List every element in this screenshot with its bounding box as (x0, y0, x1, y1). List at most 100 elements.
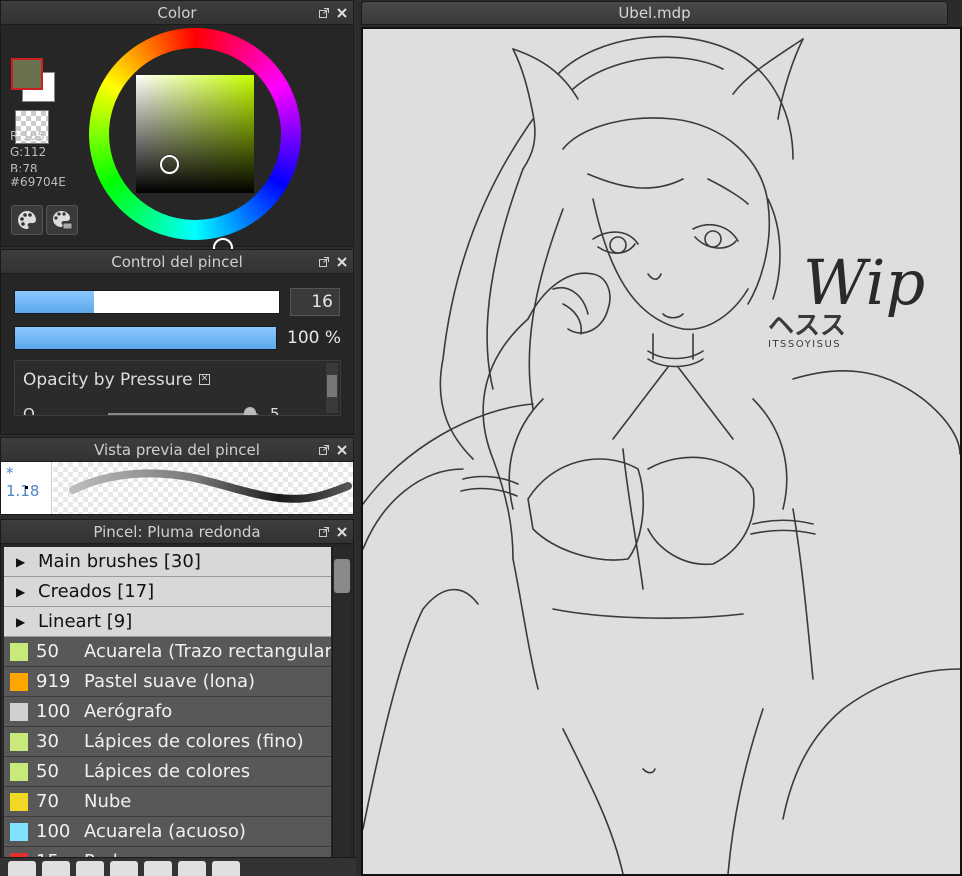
brush-group-row[interactable]: ▶ Main brushes [30] (4, 547, 331, 577)
brush-color-swatch (10, 792, 28, 811)
brush-opacity-slider[interactable] (14, 326, 277, 350)
foreground-color-swatch[interactable] (11, 58, 43, 90)
undock-icon[interactable] (319, 520, 329, 544)
color-panel: Color R:105 G:112 B:78 #69704E (0, 0, 354, 258)
close-icon[interactable] (337, 520, 347, 544)
close-icon[interactable] (337, 1, 347, 25)
brush-name: Pastel suave (lona) (84, 670, 256, 692)
brush-stroke-preview (53, 462, 353, 514)
brush-size: 100 (36, 820, 71, 842)
brush-control-panel: Control del pincel 16 100 % Opacity by P… (0, 249, 354, 435)
expand-triangle-icon[interactable]: ▶ (4, 547, 38, 577)
undock-icon[interactable] (319, 438, 329, 462)
drawing-canvas[interactable]: Wip ヘスス ITSSOYISUS (361, 27, 962, 876)
color-wheel[interactable] (89, 28, 301, 258)
brush-list: ▶ Main brushes [30] ▶ Creados [17] ▶ Lin… (4, 547, 331, 876)
brush-list-scrollbar[interactable] (332, 547, 351, 876)
brush-row[interactable]: 30 Lápices de colores (fino) (4, 727, 331, 757)
brush-color-swatch (10, 822, 28, 841)
brush-row[interactable]: 70 Nube (4, 787, 331, 817)
options-scroll-thumb[interactable] (327, 375, 337, 397)
duplicate-button[interactable] (178, 861, 206, 876)
brush-control-title: Control del pincel (111, 253, 243, 271)
brush-group-row[interactable]: ▶ Creados [17] (4, 577, 331, 607)
copy-brush-button[interactable] (76, 861, 104, 876)
expand-triangle-icon[interactable]: ▶ (4, 577, 38, 607)
brush-size: 100 (36, 700, 71, 722)
red-value: R:105 (10, 129, 45, 143)
brush-color-swatch (10, 732, 28, 751)
brush-options-box: Opacity by Pressure ✕ O 5 (14, 360, 341, 416)
brush-size-slider[interactable] (14, 290, 280, 314)
brush-preview-header: Vista previa del pincel (1, 438, 353, 462)
brush-preview-area: * 1.18 (1, 462, 353, 514)
brush-row[interactable]: 50 Lápices de colores (4, 757, 331, 787)
brush-list-header: Pincel: Pluma redonda (1, 520, 353, 544)
brush-size: 70 (36, 790, 59, 812)
saturation-value-cursor[interactable] (160, 155, 179, 174)
brush-row[interactable]: 919 Pastel suave (lona) (4, 667, 331, 697)
canvas-window: Ubel.mdp Wip ヘスス ITSSOYISUS (358, 0, 962, 876)
options-row-knob[interactable] (244, 407, 256, 415)
options-row-slider[interactable] (108, 413, 258, 415)
brush-group-label: Creados [17] (38, 580, 155, 602)
brush-group-label: Lineart [9] (38, 610, 133, 632)
options-row-value: 5 (270, 405, 280, 416)
brush-row[interactable]: 100 Aerógrafo (4, 697, 331, 727)
brush-preview-title: Vista previa del pincel (94, 441, 260, 459)
brush-name: Aerógrafo (84, 700, 173, 722)
delete-brush-button[interactable] (212, 861, 240, 876)
green-value: G:112 (10, 145, 47, 159)
opacity-by-pressure-label: Opacity by Pressure (23, 370, 193, 390)
brush-opacity-fill (15, 327, 276, 349)
brush-opacity-value: 100 % (287, 328, 342, 348)
brush-name: Lápices de colores (84, 760, 251, 782)
brush-color-swatch (10, 762, 28, 781)
options-row-label: O (23, 405, 35, 416)
hex-value: #69704E (10, 175, 66, 189)
brush-preview-panel: Vista previa del pincel * 1.18 (0, 437, 354, 515)
paste-brush-button[interactable] (110, 861, 138, 876)
brush-group-label: Main brushes [30] (38, 550, 201, 572)
brush-preview-size: * 1.18 (2, 462, 52, 514)
close-icon[interactable] (337, 438, 347, 462)
brush-row[interactable]: 100 Acuarela (acuoso) (4, 817, 331, 847)
blue-value: B:78 (10, 162, 38, 172)
sketch-lineart (363, 35, 960, 874)
saturation-value-square[interactable] (136, 75, 254, 193)
brush-list-title: Pincel: Pluma redonda (93, 523, 261, 541)
brush-list-panel: Pincel: Pluma redonda ▶ Main brushes [30… (0, 519, 354, 876)
options-scrollbar[interactable] (326, 363, 338, 413)
expand-triangle-icon[interactable]: ▶ (4, 607, 38, 637)
palette-settings-button[interactable] (46, 205, 78, 235)
opacity-by-pressure-checkbox[interactable]: ✕ (199, 374, 210, 385)
brush-list-toolbar (0, 857, 356, 876)
palette-settings-icon (53, 211, 73, 230)
canvas-tab[interactable]: Ubel.mdp (361, 1, 948, 25)
brush-control-header: Control del pincel (1, 250, 353, 274)
brush-size-value[interactable]: 16 (290, 288, 340, 316)
color-panel-header: Color (1, 1, 353, 25)
brush-size: 50 (36, 640, 59, 662)
palette-icon (18, 211, 36, 229)
new-folder-button[interactable] (144, 861, 172, 876)
new-brush-button[interactable] (42, 861, 70, 876)
brush-name: Lápices de colores (fino) (84, 730, 304, 752)
undock-icon[interactable] (319, 1, 329, 25)
brush-name: Nube (84, 790, 132, 812)
close-icon[interactable] (337, 250, 347, 274)
palette-button[interactable] (11, 205, 43, 235)
undock-icon[interactable] (319, 250, 329, 274)
color-panel-title: Color (157, 4, 197, 22)
brush-group-row[interactable]: ▶ Lineart [9] (4, 607, 331, 637)
brush-color-swatch (10, 672, 28, 691)
add-brush-button[interactable] (8, 861, 36, 876)
left-dock: Color R:105 G:112 B:78 #69704E Control d… (0, 0, 356, 876)
brush-color-swatch (10, 642, 28, 661)
brush-size-fill (15, 291, 95, 313)
brush-row[interactable]: 50 Acuarela (Trazo rectangular) (4, 637, 331, 667)
brush-size: 50 (36, 760, 59, 782)
brush-size: 919 (36, 670, 71, 692)
brush-tip-dot (25, 486, 28, 489)
brush-list-scroll-thumb[interactable] (334, 559, 350, 593)
